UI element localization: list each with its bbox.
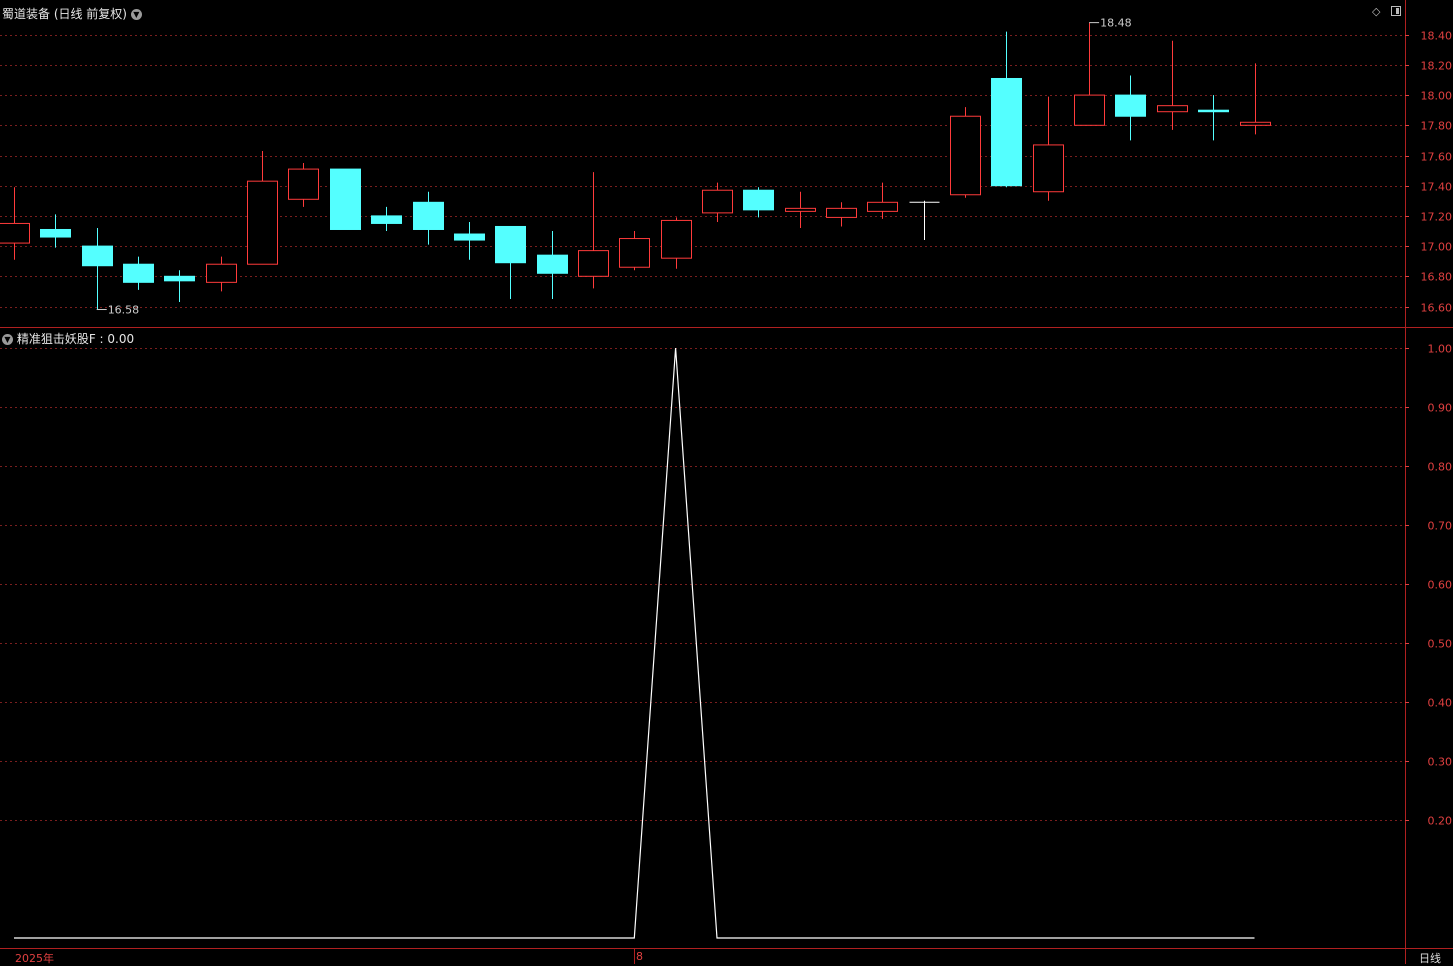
candle-body [537, 254, 568, 274]
candle [288, 163, 319, 207]
candle-body [1198, 109, 1229, 113]
candle-body [950, 115, 981, 196]
price-annotation: 16.58 [96, 304, 140, 317]
candle-body [288, 168, 319, 200]
candle-body [495, 225, 526, 264]
candle-body [0, 222, 30, 244]
candle [1033, 96, 1064, 201]
indicator-grid [0, 348, 1405, 821]
candle-body [247, 180, 278, 265]
candle [82, 227, 113, 310]
y-tick-label: 16.80 [1421, 271, 1453, 284]
candle [0, 187, 30, 260]
candle [1198, 95, 1229, 141]
candle [909, 200, 940, 241]
candle-body [702, 189, 733, 214]
y-tick-label: 0.30 [1428, 756, 1453, 769]
candle [991, 31, 1022, 188]
candle [1115, 75, 1146, 141]
candle [123, 256, 154, 290]
candle-body [991, 77, 1022, 187]
y-tick-label: 0.90 [1428, 402, 1453, 415]
y-tick-label: 17.20 [1421, 211, 1453, 224]
candle-body [1240, 121, 1271, 126]
candle-body [619, 238, 650, 268]
candle [330, 168, 361, 230]
candle-body [1074, 94, 1105, 126]
indicator-y-axis: 0.20 0.30 0.40 0.50 0.60 0.70 0.80 0.90 1.00 [1405, 343, 1452, 828]
candle-body [454, 233, 485, 241]
candle [578, 172, 609, 289]
candle [826, 202, 857, 227]
date-label-month: 8 [636, 950, 643, 963]
candle-body [413, 201, 444, 230]
candle [537, 231, 568, 299]
candle [661, 217, 692, 269]
candle-body [1115, 94, 1146, 117]
y-tick-label: 0.60 [1428, 579, 1453, 592]
candle [454, 221, 485, 260]
chart-canvas[interactable]: 16.58 18.48 16.60 16.80 17.00 17.20 17.40 17.6… [0, 0, 1453, 964]
price-annotation: 18.48 [1089, 17, 1132, 30]
candle-body [661, 219, 692, 259]
candle-body [743, 189, 774, 211]
y-tick-label: 17.80 [1421, 120, 1453, 133]
candle [1157, 40, 1188, 130]
candle-body [578, 250, 609, 277]
y-tick-label: 18.20 [1421, 60, 1453, 73]
candle [371, 206, 402, 231]
y-tick-label: 17.40 [1421, 181, 1453, 194]
candle-body [1033, 144, 1064, 193]
candle-body [371, 215, 402, 224]
candle-body [123, 263, 154, 283]
annotation-label: 18.48 [1100, 17, 1132, 30]
y-tick-label: 0.50 [1428, 638, 1453, 651]
candle-body [826, 207, 857, 218]
candle [1074, 22, 1105, 126]
y-tick-label: 0.20 [1428, 815, 1453, 828]
month-tick [634, 949, 635, 964]
main-y-axis: 16.60 16.80 17.00 17.20 17.40 17.60 17.80 18.00… [1405, 30, 1452, 315]
candle [743, 187, 774, 218]
candle [867, 182, 898, 219]
y-tick-label: 0.80 [1428, 461, 1453, 474]
candle [950, 107, 981, 198]
candle [785, 191, 816, 228]
candle-body [206, 263, 237, 283]
y-tick-label: 17.60 [1421, 151, 1453, 164]
candle-body [867, 201, 898, 212]
candle [247, 150, 278, 265]
candle-body [164, 275, 195, 282]
candle-body [330, 168, 361, 230]
candle [413, 191, 444, 245]
y-tick-label: 18.00 [1421, 90, 1453, 103]
candle-body [40, 228, 71, 238]
y-tick-label: 0.40 [1428, 697, 1453, 710]
candle-body [82, 245, 113, 267]
candle [206, 256, 237, 292]
candle-body [1157, 105, 1188, 113]
candle [164, 270, 195, 302]
candle-body [785, 207, 816, 212]
candle [40, 214, 71, 248]
candle [1240, 63, 1271, 135]
y-tick-label: 0.70 [1428, 520, 1453, 533]
y-tick-label: 1.00 [1428, 343, 1453, 356]
y-tick-label: 18.40 [1421, 30, 1453, 43]
y-tick-label: 16.60 [1421, 302, 1453, 315]
candle [495, 225, 526, 299]
y-tick-label: 17.00 [1421, 241, 1453, 254]
annotation-label: 16.58 [108, 304, 140, 317]
candle [619, 231, 650, 271]
